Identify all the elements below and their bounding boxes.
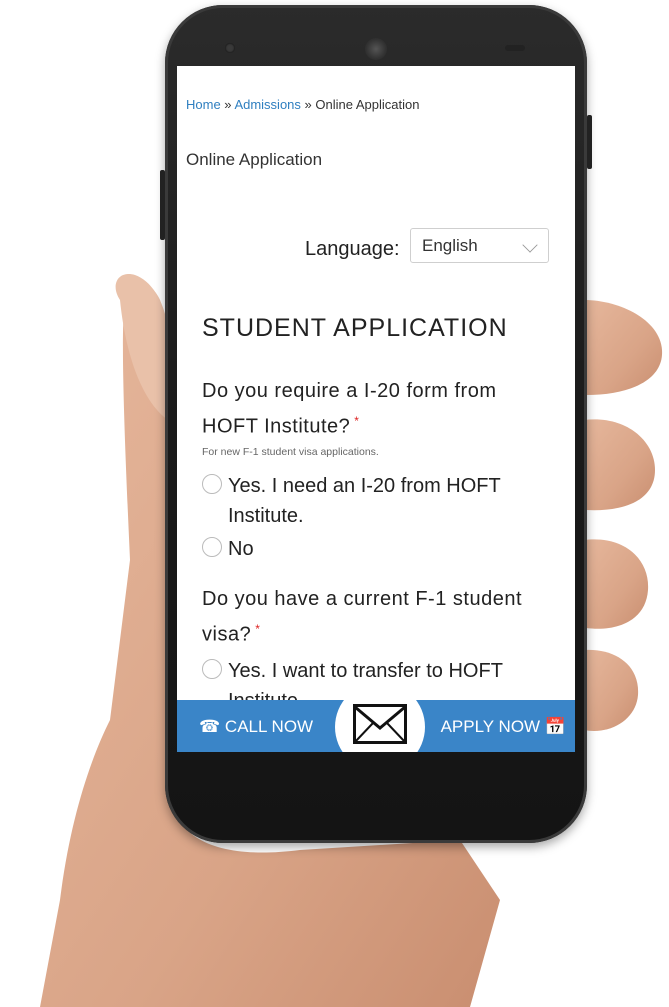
radio-button[interactable]: [202, 537, 222, 557]
apply-now-label: APPLY NOW: [440, 717, 541, 736]
breadcrumb: Home » Admissions » Online Application: [186, 97, 419, 112]
required-marker: *: [354, 414, 360, 428]
breadcrumb-separator: »: [220, 97, 235, 112]
proximity-sensor: [505, 45, 525, 51]
power-button: [587, 115, 592, 169]
call-now-button[interactable]: ☎ CALL NOW: [199, 717, 313, 737]
front-camera: [225, 43, 235, 53]
breadcrumb-admissions-link[interactable]: Admissions: [234, 97, 300, 112]
question-f1-visa: Do you have a current F-1 student visa? *: [202, 584, 552, 650]
apply-now-button[interactable]: APPLY NOW 📅: [441, 717, 566, 737]
question-text: Do you require a I-20 form from HOFT Ins…: [202, 380, 497, 438]
radio-button[interactable]: [202, 474, 222, 494]
call-now-label: CALL NOW: [224, 717, 314, 736]
option-label: No: [228, 538, 254, 560]
chevron-down-icon: [522, 237, 538, 253]
form-title: STUDENT APPLICATION: [202, 314, 508, 342]
breadcrumb-separator: »: [300, 97, 316, 112]
breadcrumb-current: Online Application: [315, 97, 420, 112]
earpiece-speaker: [365, 38, 387, 60]
page-title: Online Application: [186, 150, 323, 169]
calendar-icon: 📅: [544, 717, 566, 736]
language-label: Language:: [305, 238, 400, 260]
phone-screen: Home » Admissions » Online Application O…: [177, 66, 575, 752]
breadcrumb-home-link[interactable]: Home: [186, 97, 221, 112]
option-label: Yes. I need an I-20 from HOFT Institute.: [228, 475, 501, 527]
required-marker: *: [255, 622, 261, 636]
question-text: Do you have a current F-1 student visa?: [202, 588, 522, 646]
bottom-action-bar: ☎ CALL NOW APPLY NOW 📅: [177, 700, 575, 752]
email-button[interactable]: [335, 700, 425, 752]
question-help-text: For new F-1 student visa applications.: [202, 446, 379, 458]
language-selected-value: English: [422, 236, 478, 255]
phone-icon: ☎: [199, 717, 221, 736]
question-i20: Do you require a I-20 form from HOFT Ins…: [202, 376, 552, 442]
radio-button[interactable]: [202, 659, 222, 679]
envelope-icon: [353, 704, 407, 744]
language-select[interactable]: English: [410, 228, 549, 263]
volume-button: [160, 170, 165, 240]
radio-option-no-i20[interactable]: No: [202, 534, 528, 564]
radio-option-yes-i20[interactable]: Yes. I need an I-20 from HOFT Institute.: [202, 471, 528, 531]
